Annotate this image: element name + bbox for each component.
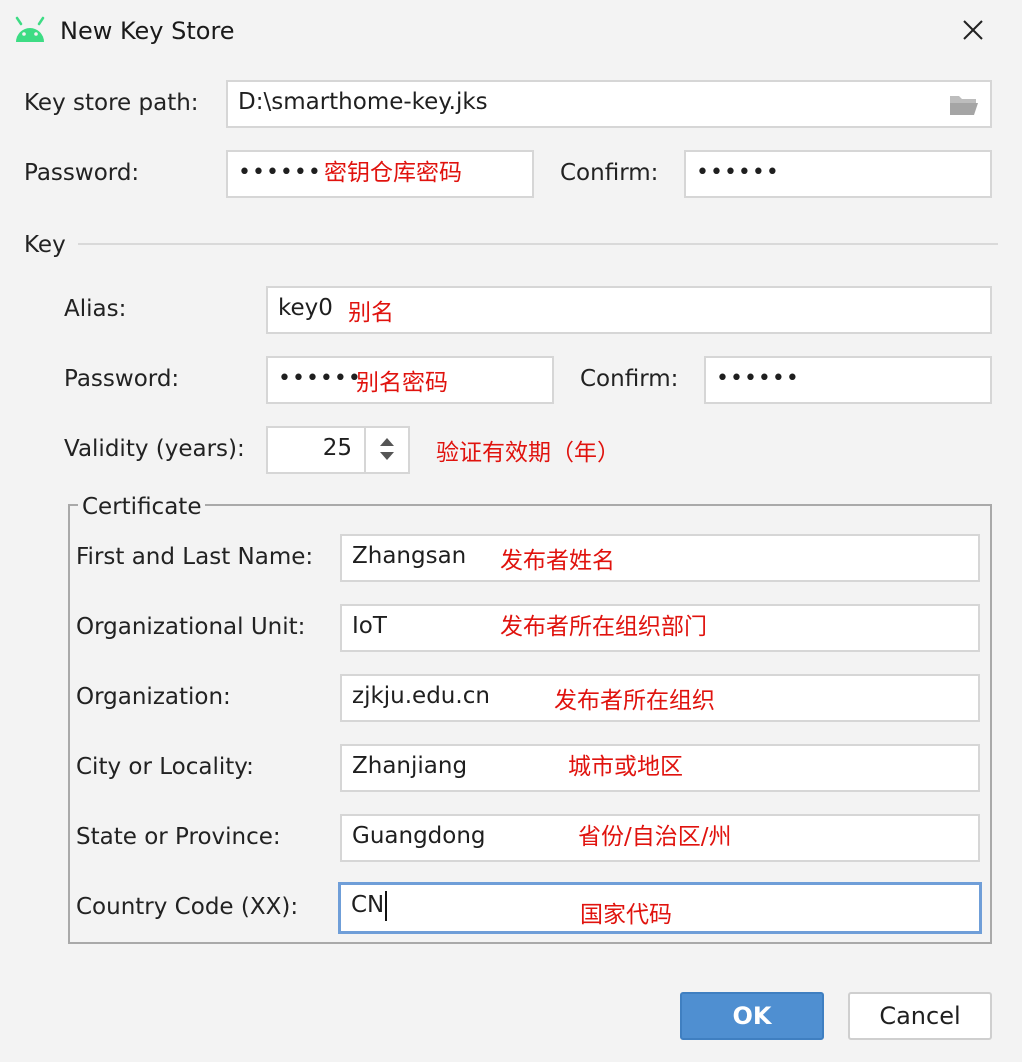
keystore-password-value: •••••• xyxy=(238,160,322,185)
keystore-password-annotation: 密钥仓库密码 xyxy=(324,160,462,186)
alias-label: Alias: xyxy=(64,296,127,322)
key-confirm-value: •••••• xyxy=(716,366,800,391)
text-caret xyxy=(385,890,388,921)
key-confirm-label: Confirm: xyxy=(580,366,679,392)
close-icon xyxy=(963,20,983,40)
keystore-path-label: Key store path: xyxy=(24,90,199,116)
country-code-annotation: 国家代码 xyxy=(580,902,672,928)
ok-button[interactable]: OK xyxy=(680,992,824,1040)
first-last-name-annotation: 发布者姓名 xyxy=(500,548,615,574)
key-section-label: Key xyxy=(24,232,66,258)
alias-annotation: 别名 xyxy=(348,300,394,326)
first-last-name-input[interactable]: Zhangsan xyxy=(340,534,980,582)
validity-spinner-arrows[interactable] xyxy=(364,426,408,472)
key-password-annotation: 别名密码 xyxy=(356,370,448,396)
organization-annotation: 发布者所在组织 xyxy=(554,688,715,714)
first-last-name-label: First and Last Name: xyxy=(76,544,314,570)
state-value: Guangdong xyxy=(352,823,486,849)
folder-icon[interactable] xyxy=(948,92,980,118)
validity-value: 25 xyxy=(322,435,352,461)
org-unit-label: Organizational Unit: xyxy=(76,614,306,640)
state-annotation: 省份/自治区/州 xyxy=(578,824,732,850)
org-unit-annotation: 发布者所在组织部门 xyxy=(500,614,707,640)
city-annotation: 城市或地区 xyxy=(568,754,683,780)
close-button[interactable] xyxy=(950,10,996,50)
state-label: State or Province: xyxy=(76,824,281,850)
certificate-legend: Certificate xyxy=(78,492,206,522)
country-code-value: CN xyxy=(351,892,385,918)
organization-value: zjkju.edu.cn xyxy=(352,683,490,709)
key-password-label: Password: xyxy=(64,366,180,392)
keystore-path-value: D:\smarthome-key.jks xyxy=(238,89,488,115)
window-title: New Key Store xyxy=(60,17,235,45)
org-unit-value: IoT xyxy=(352,613,387,639)
keystore-confirm-input[interactable]: •••••• xyxy=(684,150,992,198)
city-label: City or Locality: xyxy=(76,754,254,780)
spinner-down-icon[interactable] xyxy=(379,451,395,461)
alias-value: key0 xyxy=(278,295,333,321)
keystore-path-input[interactable]: D:\smarthome-key.jks xyxy=(226,80,992,128)
key-confirm-input[interactable]: •••••• xyxy=(704,356,992,404)
organization-label: Organization: xyxy=(76,684,231,710)
keystore-confirm-value: •••••• xyxy=(696,160,780,185)
keystore-confirm-label: Confirm: xyxy=(560,160,659,186)
key-section-divider xyxy=(78,243,998,245)
cancel-button[interactable]: Cancel xyxy=(848,992,992,1040)
keystore-password-label: Password: xyxy=(24,160,140,186)
spinner-up-icon[interactable] xyxy=(379,437,395,447)
city-value: Zhanjiang xyxy=(352,753,468,779)
country-code-label: Country Code (XX): xyxy=(76,894,299,920)
validity-annotation: 验证有效期（年） xyxy=(436,440,620,466)
key-password-value: •••••• xyxy=(278,366,362,391)
first-last-name-value: Zhangsan xyxy=(352,543,467,569)
android-icon xyxy=(12,16,48,44)
validity-label: Validity (years): xyxy=(64,436,245,462)
